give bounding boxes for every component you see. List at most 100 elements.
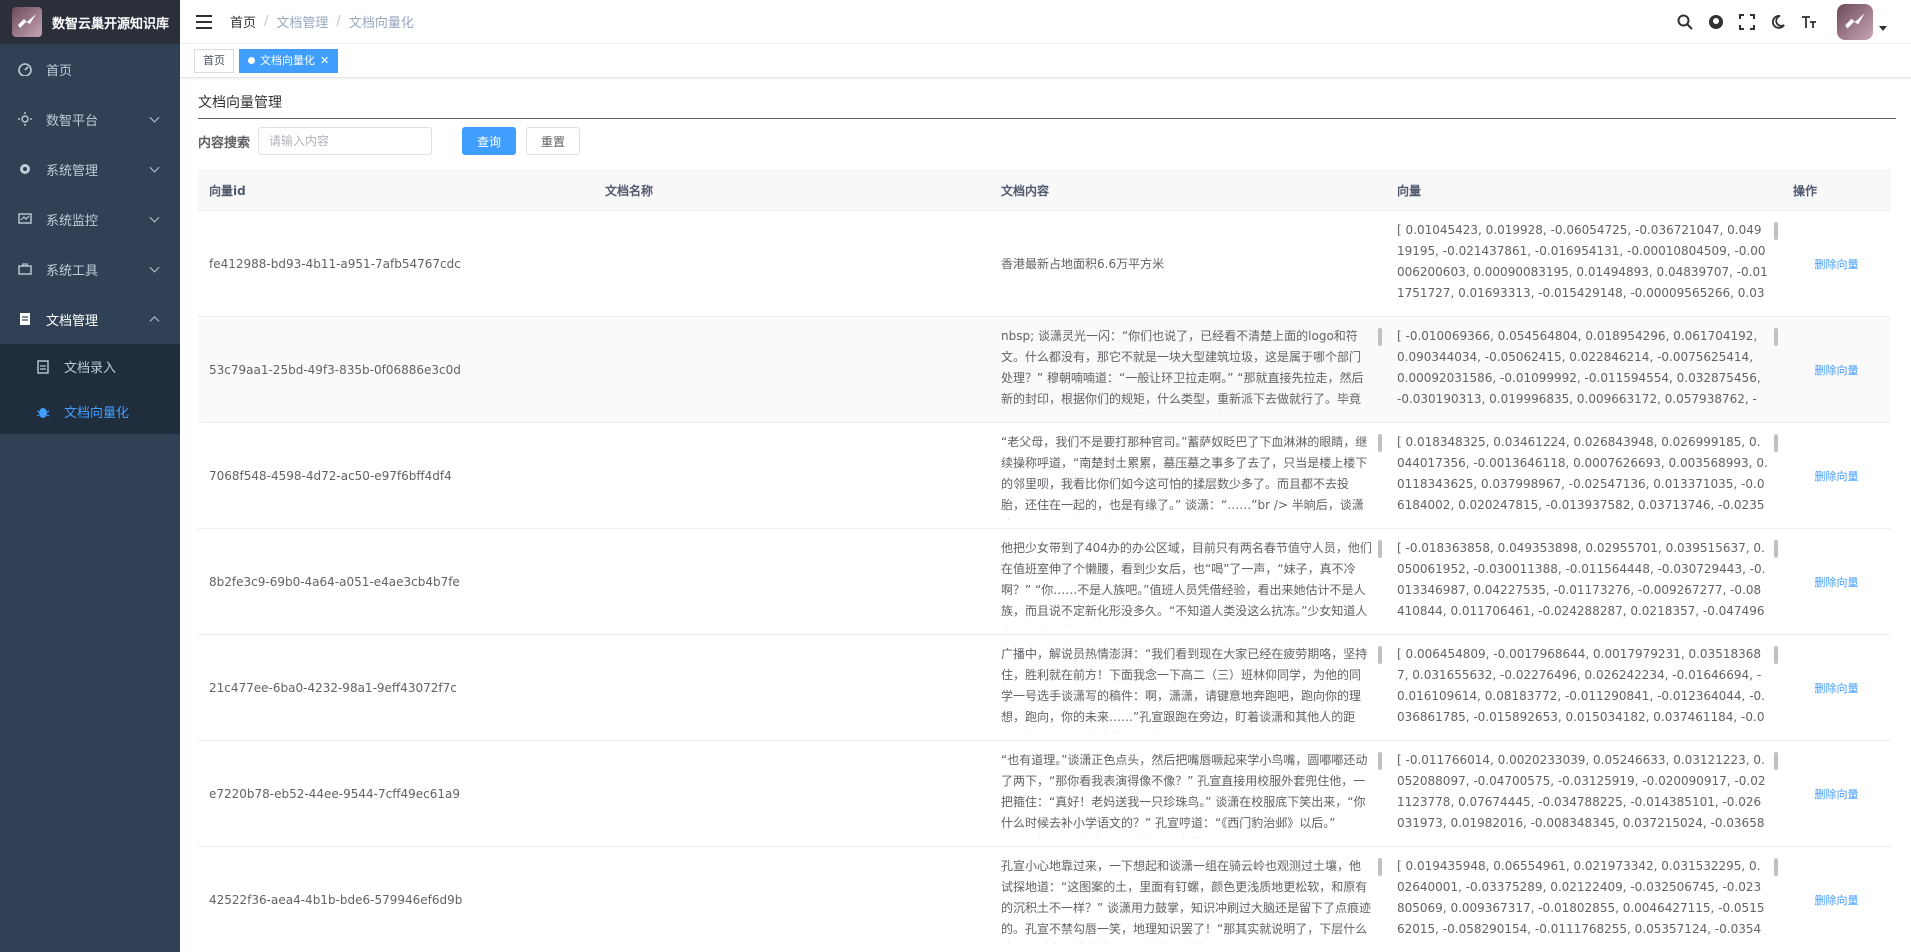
github-icon[interactable]: [1707, 13, 1725, 31]
toolbox-icon: [18, 262, 32, 276]
close-icon[interactable]: ✕: [320, 50, 329, 72]
table-row: fe412988-bd93-4b11-a951-7afb54767cdc 香港最…: [198, 211, 1891, 317]
cell-id: 8b2fe3c9-69b0-4a64-a051-e4ae3cb4b7fe: [209, 574, 460, 589]
chevron-up-icon: [149, 316, 160, 327]
delete-vector-link[interactable]: 删除向量: [1782, 892, 1891, 908]
cell-vector[interactable]: [ 0.01045423, 0.019928, -0.06054725, -0.…: [1397, 220, 1782, 308]
query-button[interactable]: 查询: [462, 127, 517, 155]
reset-button[interactable]: 重置: [526, 127, 581, 155]
caret-down-icon[interactable]: [1879, 25, 1887, 31]
sun-icon: [18, 112, 32, 126]
tags-view: 首页 文档向量化 ✕: [180, 44, 1911, 78]
content: 文档向量管理 内容搜索 查询 重置 向量id 文档名称 文档内容 向量 操作 f…: [180, 78, 1911, 952]
tag-home[interactable]: 首页: [194, 48, 234, 73]
table-row: 7068f548-4598-4d72-ac50-e97f6bff4df4 “老父…: [198, 423, 1891, 529]
cell-id: 7068f548-4598-4d72-ac50-e97f6bff4df4: [209, 468, 452, 483]
header-op: 操作: [1793, 184, 1818, 198]
logo-area[interactable]: 数智云巢开源知识库: [0, 0, 180, 44]
table-row: 53c79aa1-25bd-49f3-835b-0f06886e3c0d nbs…: [198, 317, 1891, 423]
navbar-actions: [1676, 0, 1887, 44]
tag-active[interactable]: 文档向量化 ✕: [239, 48, 339, 73]
document-icon: [18, 312, 32, 326]
delete-vector-link[interactable]: 删除向量: [1782, 680, 1891, 696]
sidebar-item-label: 文档向量化: [64, 406, 130, 421]
monitor-icon: [18, 212, 32, 226]
hamburger-icon[interactable]: [196, 14, 212, 29]
header-id: 向量id: [209, 184, 246, 198]
fullscreen-icon[interactable]: [1738, 13, 1756, 31]
sidebar-item-label: 首页: [46, 63, 73, 79]
cell-vector[interactable]: [ 0.006454809, -0.0017968644, 0.00179792…: [1397, 644, 1782, 732]
breadcrumb-level2: 文档向量化: [348, 16, 414, 31]
file-icon: [36, 359, 50, 374]
search-input[interactable]: [258, 127, 433, 155]
sidebar-item-label: 系统管理: [46, 163, 99, 179]
breadcrumb-level1: 文档管理: [276, 16, 329, 31]
delete-vector-link[interactable]: 删除向量: [1782, 786, 1891, 802]
cell-vector[interactable]: [ -0.011766014, 0.0020233039, 0.05246633…: [1397, 750, 1782, 838]
header-name: 文档名称: [605, 184, 654, 198]
sidebar-item-label: 系统监控: [46, 213, 99, 229]
header-vector: 向量: [1397, 184, 1422, 198]
sidebar-item-doc-entry[interactable]: 文档录入: [0, 344, 180, 389]
breadcrumb: 首页 / 文档管理 / 文档向量化: [230, 12, 414, 31]
table-row: e7220b78-eb52-44ee-9544-7cff49ec61a9 “也有…: [198, 741, 1891, 847]
table-row: 21c477ee-6ba0-4232-98a1-9eff43072f7c 广播中…: [198, 635, 1891, 741]
active-dot-icon: [248, 57, 255, 64]
breadcrumb-home[interactable]: 首页: [230, 12, 256, 31]
cell-content: 香港最新占地面积6.6万平方米: [1001, 257, 1165, 271]
sidebar-item-platform[interactable]: 数智平台: [0, 94, 180, 144]
chevron-down-icon: [149, 112, 160, 123]
sidebar-item-label: 系统工具: [46, 263, 99, 279]
header-content: 文档内容: [1001, 184, 1050, 198]
cell-id: fe412988-bd93-4b11-a951-7afb54767cdc: [209, 256, 461, 271]
search-icon[interactable]: [1676, 13, 1694, 31]
cell-vector[interactable]: [ -0.010069366, 0.054564804, 0.018954296…: [1397, 326, 1782, 414]
sidebar-item-label: 数智平台: [46, 113, 99, 129]
delete-vector-link[interactable]: 删除向量: [1782, 256, 1891, 272]
cell-vector[interactable]: [ 0.019435948, 0.06554961, 0.021973342, …: [1397, 856, 1782, 944]
cell-vector[interactable]: [ -0.018363858, 0.049353898, 0.02955701,…: [1397, 538, 1782, 626]
logo-icon: [12, 7, 42, 37]
sidebar-item-documents[interactable]: 文档管理: [0, 294, 180, 344]
main-area: 首页 / 文档管理 / 文档向量化 首页 文档向量化 ✕ 文档向量管理 内容搜索…: [180, 0, 1911, 952]
cell-content[interactable]: nbsp; 谈潇灵光一闪：“你们也说了，已经看不清楚上面的logo和符文。什么都…: [1001, 326, 1386, 414]
delete-vector-link[interactable]: 删除向量: [1782, 468, 1891, 484]
font-size-icon[interactable]: [1800, 13, 1818, 31]
gear-icon: [18, 162, 32, 176]
cell-id: 42522f36-aea4-4b1b-bde6-579946ef6d9b: [209, 892, 463, 907]
cell-content[interactable]: 广播中，解说员热情澎湃：“我们看到现在大家已经在疲劳期咯，坚持住，胜利就在前方！…: [1001, 644, 1386, 732]
cell-content[interactable]: “老父母，我们不是要打那种官司。”蓄萨奴眨巴了下血淋淋的眼睛，继续操称呼道，“南…: [1001, 432, 1386, 520]
sidebar-item-doc-vectorize[interactable]: 文档向量化: [0, 389, 180, 434]
table-row: 42522f36-aea4-4b1b-bde6-579946ef6d9b 孔宣小…: [198, 847, 1891, 952]
chevron-down-icon: [149, 262, 160, 273]
cell-id: 21c477ee-6ba0-4232-98a1-9eff43072f7c: [209, 680, 457, 695]
sidebar-item-monitor[interactable]: 系统监控: [0, 194, 180, 244]
sidebar-item-system[interactable]: 系统管理: [0, 144, 180, 194]
avatar[interactable]: [1837, 4, 1873, 40]
chevron-down-icon: [149, 162, 160, 173]
cell-content[interactable]: 他把少女带到了404办的办公区域，目前只有两名春节值守人员，他们在值班室伸了个懒…: [1001, 538, 1386, 626]
cell-id: e7220b78-eb52-44ee-9544-7cff49ec61a9: [209, 786, 460, 801]
table-row: 8b2fe3c9-69b0-4a64-a051-e4ae3cb4b7fe 他把少…: [198, 529, 1891, 635]
cell-vector[interactable]: [ 0.018348325, 0.03461224, 0.026843948, …: [1397, 432, 1782, 520]
cell-id: 53c79aa1-25bd-49f3-835b-0f06886e3c0d: [209, 362, 461, 377]
delete-vector-link[interactable]: 删除向量: [1782, 574, 1891, 590]
documents-submenu: 文档录入 文档向量化: [0, 344, 180, 434]
app-title: 数智云巢开源知识库: [52, 16, 170, 32]
search-form: 内容搜索 查询 重置: [198, 127, 1896, 155]
sidebar-item-label: 文档管理: [46, 313, 99, 329]
sidebar-item-tools[interactable]: 系统工具: [0, 244, 180, 294]
sidebar: 数智云巢开源知识库 首页 数智平台 系统管理 系统监控 系统工具 文档管理 文档…: [0, 0, 180, 952]
sidebar-item-label: 文档录入: [64, 361, 117, 376]
chevron-down-icon: [149, 212, 160, 223]
cell-content[interactable]: “也有道理。”谈潇正色点头，然后把嘴唇噘起来学小鸟嘴，圆嘟嘟还动了两下，“那你看…: [1001, 750, 1386, 838]
cell-content[interactable]: 孔宣小心地靠过来，一下想起和谈潇一组在骑云岭也观测过土壤，他试探地道：“这图案的…: [1001, 856, 1386, 944]
moon-icon[interactable]: [1769, 13, 1787, 31]
navbar: 首页 / 文档管理 / 文档向量化: [180, 0, 1911, 44]
delete-vector-link[interactable]: 删除向量: [1782, 362, 1891, 378]
sidebar-item-home[interactable]: 首页: [0, 44, 180, 94]
search-label: 内容搜索: [198, 135, 251, 151]
bug-icon: [36, 405, 50, 419]
table-header: 向量id 文档名称 文档内容 向量 操作: [198, 171, 1891, 211]
